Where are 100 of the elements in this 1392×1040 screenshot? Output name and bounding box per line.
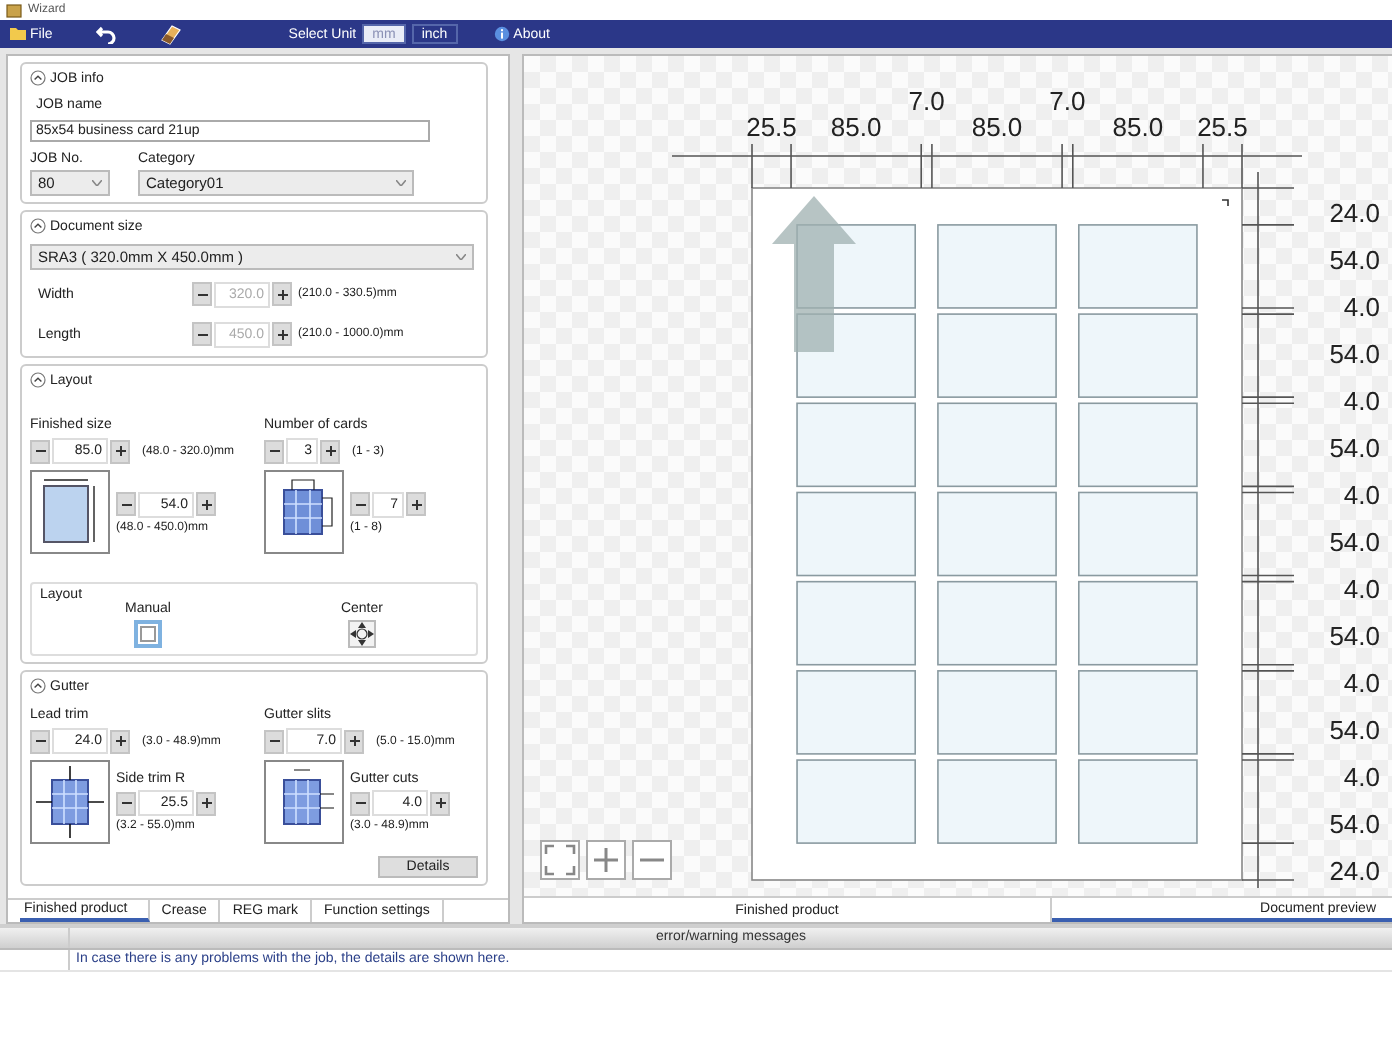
square-icon [139, 626, 156, 642]
caret-icon [456, 254, 466, 260]
minus-icon [269, 446, 279, 456]
folder-icon [10, 28, 26, 40]
dimension-label: 25.5 [1197, 112, 1248, 142]
increase-button[interactable] [196, 492, 216, 516]
plus-icon [201, 798, 211, 808]
card-outline [1078, 670, 1198, 755]
minus-icon [355, 499, 365, 509]
card-outline [1078, 313, 1198, 398]
increase-button[interactable] [406, 492, 426, 516]
plus-icon [349, 736, 359, 746]
decrease-button[interactable] [350, 492, 370, 516]
center-arrows-icon [349, 622, 374, 646]
dimension-label: 24.0 [1329, 856, 1380, 886]
fit-view-icon [544, 844, 576, 876]
card-outline [937, 224, 1057, 309]
decrease-button[interactable] [116, 791, 136, 815]
fit-view-button[interactable] [540, 840, 580, 880]
decrease-button[interactable] [264, 729, 284, 753]
card-outline [937, 670, 1057, 755]
dimension-label: 24.0 [1329, 198, 1380, 228]
dimension-label: 7.0 [908, 86, 945, 116]
info-icon [493, 26, 510, 42]
dimension-label: 85.0 [971, 112, 1023, 142]
card-outline [1078, 402, 1198, 488]
collapse-icon[interactable] [30, 218, 46, 234]
plus-icon [277, 329, 287, 339]
minus-icon [197, 329, 207, 339]
plus-icon [201, 499, 211, 509]
plus-icon [411, 499, 421, 509]
card-outline [937, 313, 1057, 398]
card-outline [937, 580, 1057, 666]
card-outline [1078, 224, 1198, 309]
corner-mark [1221, 199, 1229, 207]
decrease-button[interactable] [350, 791, 370, 815]
dimension-label: 54.0 [1329, 809, 1380, 839]
plus-icon [115, 446, 125, 456]
card-outline [937, 491, 1057, 577]
manual-layout-button[interactable] [133, 620, 162, 648]
feed-arrow-icon [772, 196, 856, 352]
card-outline [796, 759, 916, 844]
card-size-drawing [30, 470, 110, 554]
card-outline [796, 491, 916, 577]
card-outline [796, 402, 916, 488]
gutter-drawing [264, 760, 344, 844]
minus-icon [269, 736, 279, 746]
center-layout-button[interactable] [347, 620, 376, 648]
dimension-label: 54.0 [1329, 339, 1380, 369]
minus-icon [35, 736, 45, 746]
dimension-label: 54.0 [1329, 527, 1380, 557]
card-grid-drawing [264, 470, 344, 554]
dimension-label: 85.0 [1112, 112, 1164, 142]
increase-button[interactable] [430, 791, 450, 815]
caret-icon [396, 179, 406, 186]
plus-icon [435, 798, 445, 808]
minus-icon [35, 446, 45, 456]
card-outline [796, 580, 916, 666]
dimension-label: 54.0 [1329, 621, 1380, 651]
dimension-label: 85.0 [830, 112, 882, 142]
collapse-icon[interactable] [30, 678, 46, 694]
plus-icon [325, 446, 335, 456]
dimension-label: 4.0 [1343, 668, 1380, 698]
decrease-button[interactable] [116, 492, 136, 516]
dimension-label: 4.0 [1343, 574, 1380, 604]
minus-icon [121, 499, 131, 509]
dimension-label: 54.0 [1329, 715, 1380, 745]
dimension-label: 25.5 [746, 112, 797, 142]
increase-button[interactable] [344, 729, 364, 753]
dimension-label: 54.0 [1329, 433, 1380, 463]
decrease-button[interactable] [30, 729, 50, 753]
minus-icon [640, 858, 664, 862]
plus-icon [115, 736, 125, 746]
card-outline [1078, 580, 1198, 666]
plus-icon [277, 289, 287, 299]
card-outline [796, 670, 916, 755]
app-icon [6, 3, 22, 17]
plus-icon [590, 844, 622, 876]
minus-icon [355, 798, 365, 808]
card-outline [1078, 491, 1198, 577]
increase-button[interactable] [110, 729, 130, 753]
card-outline [937, 402, 1057, 488]
decrease-button[interactable] [264, 439, 284, 463]
eraser-icon [160, 23, 183, 45]
dimension-label: 4.0 [1343, 386, 1380, 416]
decrease-button[interactable] [30, 439, 50, 463]
increase-button[interactable] [320, 439, 340, 463]
increase-button[interactable] [110, 439, 130, 463]
dimension-label: 4.0 [1343, 292, 1380, 322]
dimension-label: 7.0 [1049, 86, 1086, 116]
minus-icon [197, 289, 207, 299]
minus-icon [121, 798, 131, 808]
zoom-out-button[interactable] [632, 840, 672, 880]
increase-button[interactable] [196, 791, 216, 815]
undo-icon [96, 24, 117, 44]
zoom-in-button[interactable] [586, 840, 626, 880]
collapse-icon[interactable] [30, 70, 46, 86]
card-outline [937, 759, 1057, 844]
collapse-icon[interactable] [30, 372, 46, 388]
dimension-label: 4.0 [1343, 762, 1380, 792]
